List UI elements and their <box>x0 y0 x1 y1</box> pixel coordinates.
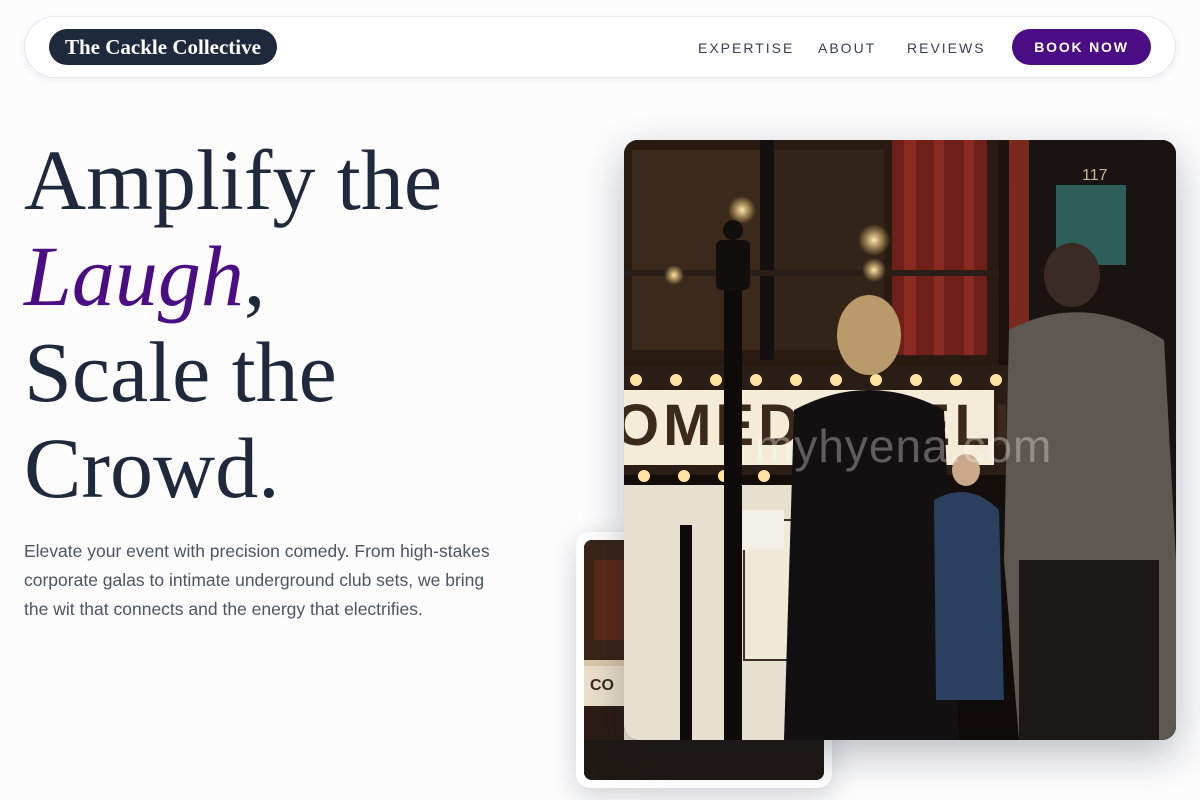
headline-line-2: Laugh, <box>24 228 442 324</box>
headline-line-1: Amplify the <box>24 132 442 228</box>
headline-comma: , <box>243 228 266 324</box>
hero-subtext: Elevate your event with precision comedy… <box>24 541 490 619</box>
headline-line-4: Crowd. <box>24 420 280 516</box>
photo-watermark: myhyena.com <box>755 420 1053 472</box>
nav-link-expertise[interactable]: EXPERTISE <box>698 17 794 79</box>
nav-link-about[interactable]: ABOUT <box>818 17 876 79</box>
top-nav-bar: The Cackle Collective EXPERTISE ABOUT RE… <box>24 16 1176 78</box>
headline-accent-word: Laugh <box>24 228 244 324</box>
nav-link-reviews[interactable]: REVIEWS <box>907 17 986 79</box>
hero-headline: Amplify the Laugh, Scale the Crowd. <box>24 132 442 516</box>
brand-logo[interactable]: The Cackle Collective <box>49 29 277 65</box>
svg-text:117: 117 <box>1082 167 1108 184</box>
headline-line-3: Scale the <box>24 324 337 420</box>
svg-text:CO: CO <box>590 677 614 694</box>
book-now-button[interactable]: BOOK NOW <box>1012 29 1151 65</box>
